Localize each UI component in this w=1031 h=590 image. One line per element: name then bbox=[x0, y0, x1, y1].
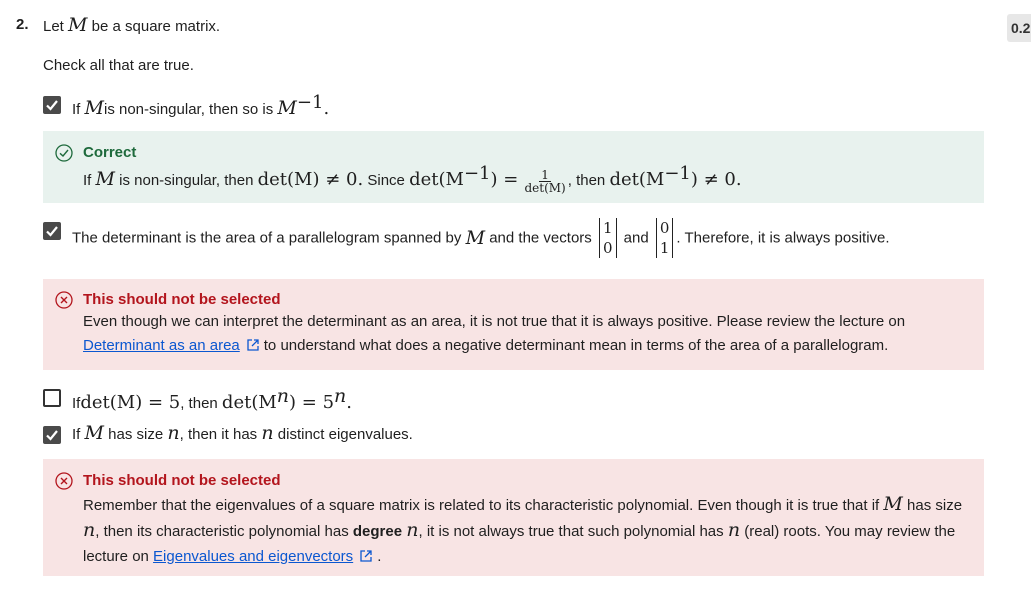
x-circle-icon bbox=[55, 291, 73, 309]
fb3-t2: has size bbox=[907, 497, 963, 514]
option-2-label[interactable]: The determinant is the area of a paralle… bbox=[72, 218, 890, 258]
opt2-c: and the vectors bbox=[489, 229, 592, 247]
opt3-c: , then bbox=[180, 395, 218, 412]
option-4-checkbox[interactable] bbox=[43, 426, 61, 444]
fb1-b: M bbox=[95, 168, 115, 190]
fb3-t4: , it is not always true that such polyno… bbox=[418, 523, 724, 540]
fb3-v2: n bbox=[83, 519, 96, 541]
feedback-incorrect-1: This should not be selected Even though … bbox=[43, 279, 984, 370]
option-1-checkbox[interactable] bbox=[43, 96, 61, 114]
x-circle-icon bbox=[55, 472, 73, 490]
opt3-g: n bbox=[334, 385, 347, 407]
feedback-heading: Correct bbox=[83, 144, 137, 161]
fb2-text1: Even though we can interpret the determi… bbox=[83, 313, 906, 330]
opt3-h: . bbox=[346, 392, 353, 413]
fb1-l: ) ≠ 0. bbox=[690, 169, 742, 190]
option-3-label[interactable]: Ifdet(M) = 5, then det(Mn) = 5n. bbox=[72, 385, 352, 413]
fb1-a: If bbox=[83, 172, 92, 189]
fb1-k: −1 bbox=[664, 163, 691, 184]
opt1-a: If bbox=[72, 101, 81, 118]
check-icon bbox=[46, 226, 58, 237]
fraction-num: 1 bbox=[539, 167, 551, 182]
external-link-icon[interactable] bbox=[359, 549, 373, 563]
fb3-t3: , then its characteristic polynomial has bbox=[95, 523, 349, 540]
opt2-a: The determinant is the area of a paralle… bbox=[72, 229, 462, 247]
feedback-text: Remember that the eigenvalues of a squar… bbox=[83, 492, 966, 569]
opt3-d: det(M bbox=[221, 392, 277, 413]
vector-e1: 10 bbox=[598, 218, 617, 258]
check-icon bbox=[46, 100, 58, 111]
opt4-a: If bbox=[72, 426, 81, 443]
fb1-e: Since bbox=[367, 172, 405, 189]
vec2-top: 0 bbox=[659, 219, 670, 237]
lecture-link-eigenvalues[interactable]: Eigenvalues and eigenvectors bbox=[153, 548, 353, 565]
fb1-j: det(M bbox=[609, 169, 665, 190]
feedback-correct: Correct If M is non-singular, then det(M… bbox=[43, 131, 984, 203]
fb3-v3: n bbox=[406, 519, 419, 541]
opt4-d: n bbox=[167, 422, 180, 444]
opt1-e: −1 bbox=[296, 92, 324, 113]
fb1-d: det(M) ≠ 0. bbox=[257, 169, 364, 190]
prompt-suffix: be a square matrix. bbox=[91, 18, 221, 35]
opt3-e: n bbox=[276, 385, 290, 407]
fb1-g: −1 bbox=[463, 163, 491, 184]
check-circle-icon bbox=[55, 144, 73, 162]
opt1-c: is non-singular, then so is bbox=[103, 101, 274, 118]
lecture-link-determinant[interactable]: Determinant as an area bbox=[83, 337, 240, 354]
option-1-label[interactable]: If Mis non-singular, then so is M−1. bbox=[72, 92, 329, 119]
feedback-text: Even though we can interpret the determi… bbox=[83, 310, 966, 358]
fb1-c: is non-singular, then bbox=[119, 172, 254, 189]
opt1-d: M bbox=[277, 97, 297, 119]
fb3-t6: . bbox=[377, 548, 382, 565]
opt4-e: , then it has bbox=[179, 426, 258, 443]
opt2-and: and bbox=[623, 229, 649, 247]
external-link-icon[interactable] bbox=[246, 338, 260, 352]
vector-e2: 01 bbox=[655, 218, 674, 258]
points-badge: 0.2 bbox=[1007, 14, 1031, 42]
fb3-t1: Remember that the eigenvalues of a squar… bbox=[83, 497, 880, 514]
feedback-incorrect-2: This should not be selected Remember tha… bbox=[43, 459, 984, 576]
opt2-b: M bbox=[465, 227, 486, 249]
opt1-b: M bbox=[84, 97, 104, 119]
feedback-text: If M is non-singular, then det(M) ≠ 0. S… bbox=[83, 162, 966, 194]
vec2-bottom: 1 bbox=[659, 239, 670, 257]
check-icon bbox=[46, 430, 58, 441]
fb1-f: det(M bbox=[409, 169, 464, 190]
opt1-f: . bbox=[323, 98, 330, 119]
option-4-label[interactable]: If M has size n, then it has n distinct … bbox=[72, 422, 413, 444]
vec1-top: 1 bbox=[602, 219, 613, 237]
fraction: 1 det(M) bbox=[524, 169, 565, 194]
option-3-checkbox[interactable] bbox=[43, 389, 61, 407]
vec1-bottom: 0 bbox=[602, 239, 613, 257]
opt3-f: ) = 5 bbox=[289, 392, 335, 413]
opt4-b: M bbox=[84, 422, 104, 444]
option-2-checkbox[interactable] bbox=[43, 222, 61, 240]
instruction-text: Check all that are true. bbox=[43, 57, 194, 74]
fb3-bold: degree bbox=[352, 523, 403, 540]
feedback-heading: This should not be selected bbox=[83, 291, 281, 308]
fb1-i: , then bbox=[567, 172, 606, 189]
opt4-f: n bbox=[261, 422, 274, 444]
fb3-v4: n bbox=[727, 519, 741, 541]
opt4-c: has size bbox=[108, 426, 164, 443]
opt3-b: det(M) = 5 bbox=[80, 392, 181, 413]
fb2-text2: to understand what does a negative deter… bbox=[263, 337, 889, 354]
fraction-den: det(M) bbox=[524, 180, 566, 195]
question-prompt: Let M be a square matrix. bbox=[43, 14, 220, 36]
fb1-h: ) = bbox=[490, 169, 519, 190]
prompt-var: M bbox=[68, 14, 88, 36]
opt4-g: distinct eigenvalues. bbox=[277, 426, 413, 443]
fb3-v1: M bbox=[883, 493, 903, 515]
opt2-f: . Therefore, it is always positive. bbox=[676, 229, 890, 247]
feedback-heading: This should not be selected bbox=[83, 472, 281, 489]
prompt-prefix: Let bbox=[43, 18, 64, 35]
question-number: 2. bbox=[16, 16, 29, 33]
